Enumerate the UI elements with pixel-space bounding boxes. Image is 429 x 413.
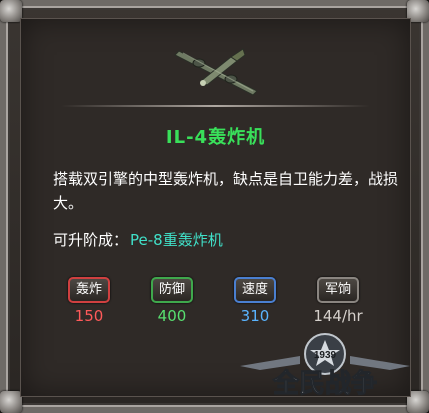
logo-title: 全民战争 — [272, 368, 377, 399]
frame-corner-top-left — [0, 0, 22, 22]
game-logo-emblem: 1939 全民战争 — [240, 333, 410, 400]
stat-bombing-value: 150 — [74, 307, 104, 325]
upgrade-target: Pe-8重轰炸机 — [130, 231, 223, 249]
stat-speed-label: 速度 — [233, 277, 276, 303]
unit-stats: 轰炸 150 防御 400 速度 310 军饷 144/hr — [61, 277, 391, 337]
unit-name: IL-4轰炸机 — [165, 127, 266, 148]
stat-defense: 防御 400 — [144, 277, 200, 325]
stat-pay-label: 军饷 — [316, 277, 359, 303]
stat-speed: 速度 310 — [227, 277, 283, 325]
unit-description: 搭载双引擎的中型轰炸机，缺点是自卫能力差，战损大。 — [53, 170, 399, 212]
upgrade-info: 可升阶成： Pe-8重轰炸机 — [53, 229, 223, 250]
upgrade-label: 可升阶成： — [53, 231, 129, 249]
logo-year: 1939 — [314, 350, 337, 361]
stat-defense-value: 400 — [157, 307, 187, 325]
game-logo: 1939 全民战争 — [230, 330, 420, 400]
stat-bombing: 轰炸 150 — [61, 277, 117, 325]
stat-defense-label: 防御 — [150, 277, 193, 303]
frame-corner-bottom-left — [0, 391, 22, 413]
title-divider — [61, 105, 370, 107]
stat-pay-value: 144/hr — [313, 307, 363, 325]
stat-pay: 军饷 144/hr — [310, 277, 366, 325]
bomber-plane-icon — [173, 48, 258, 96]
stat-bombing-label: 轰炸 — [67, 277, 110, 303]
stat-speed-value: 310 — [240, 307, 270, 325]
